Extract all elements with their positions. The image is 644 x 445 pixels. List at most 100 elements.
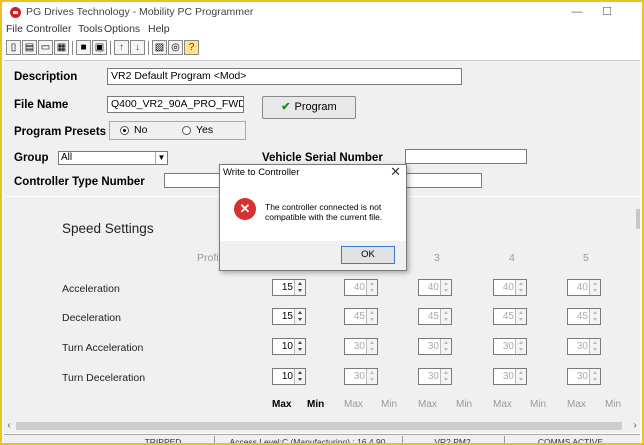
program-button-label: Program	[294, 101, 337, 113]
horizontal-scrollbar[interactable]: ‹ ›	[4, 419, 640, 433]
turn-acceleration-stepper-2[interactable]: 30	[344, 338, 378, 355]
preset-no-label: No	[134, 124, 148, 136]
column-header-4: 4	[509, 252, 515, 264]
dialog-footer: OK	[220, 241, 406, 270]
deceleration-stepper-5[interactable]: 45	[567, 308, 601, 325]
min-label-2: Min	[381, 399, 398, 410]
turn-acceleration-stepper-1[interactable]: 10	[272, 338, 306, 355]
save-as-icon[interactable]: ▣	[92, 40, 107, 55]
program-button[interactable]: ✔ Program	[262, 96, 356, 119]
program-presets-group: No Yes	[109, 121, 246, 140]
preset-yes-radio[interactable]	[182, 126, 191, 135]
menu-file[interactable]: File	[6, 23, 23, 35]
preset-yes-label: Yes	[196, 124, 214, 136]
turn-deceleration-stepper-5[interactable]: 30	[567, 368, 601, 385]
deceleration-stepper-4[interactable]: 45	[493, 308, 527, 325]
acceleration-stepper-5[interactable]: 40	[567, 279, 601, 296]
dialog-title: Write to Controller	[223, 167, 300, 178]
file-name-label: File Name	[14, 99, 69, 111]
arrow-up-icon[interactable]: ↑	[114, 40, 129, 55]
turn-deceleration-stepper-4[interactable]: 30	[493, 368, 527, 385]
turn-acceleration-label: Turn Acceleration	[62, 342, 144, 354]
status-comms: COMMS ACTIVE	[504, 436, 636, 443]
help-icon[interactable]: ?	[184, 40, 199, 55]
close-icon[interactable]: ✕	[390, 164, 401, 180]
menu-help[interactable]: Help	[148, 23, 170, 35]
turn-deceleration-label: Turn Deceleration	[62, 372, 146, 384]
acceleration-stepper-1[interactable]: 15	[272, 279, 306, 296]
toolbar-separator	[110, 41, 111, 55]
new-file-icon[interactable]: ▯	[6, 40, 21, 55]
max-label-3: Max	[418, 399, 437, 410]
min-label-4: Min	[530, 399, 547, 410]
preset-no-radio[interactable]	[120, 126, 129, 135]
scroll-right-icon[interactable]: ›	[630, 419, 640, 433]
deceleration-stepper-1[interactable]: 15	[272, 308, 306, 325]
window-title: PG Drives Technology - Mobility PC Progr…	[26, 6, 254, 18]
arrow-down-icon[interactable]: ↓	[130, 40, 145, 55]
open-icon[interactable]: ▤	[22, 40, 37, 55]
dialog-message: The controller connected is not compatib…	[265, 202, 383, 222]
deceleration-stepper-2[interactable]: 45	[344, 308, 378, 325]
scroll-left-icon[interactable]: ‹	[4, 419, 14, 433]
turn-acceleration-stepper-3[interactable]: 30	[418, 338, 452, 355]
minimize-button[interactable]: —	[564, 4, 590, 21]
toolbar-separator	[148, 41, 149, 55]
horizontal-scroll-thumb[interactable]	[16, 422, 622, 430]
title-bar: PG Drives Technology - Mobility PC Progr…	[4, 4, 640, 21]
menu-options[interactable]: Options	[104, 23, 140, 35]
speed-settings-title: Speed Settings	[62, 221, 154, 236]
turn-deceleration-stepper-3[interactable]: 30	[418, 368, 452, 385]
menu-tools[interactable]: Tools	[78, 23, 103, 35]
acceleration-stepper-4[interactable]: 40	[493, 279, 527, 296]
file-name-field[interactable]: Q400_VR2_90A_PRO_FWD_	[107, 96, 244, 113]
menu-controller[interactable]: Controller	[26, 23, 72, 35]
turn-deceleration-stepper-2[interactable]: 30	[344, 368, 378, 385]
max-label-1: Max	[272, 399, 292, 410]
acceleration-stepper-3[interactable]: 40	[418, 279, 452, 296]
vehicle-serial-field[interactable]	[405, 149, 527, 164]
description-field[interactable]: VR2 Default Program <Mod>	[107, 68, 462, 85]
description-label: Description	[14, 71, 78, 83]
maximize-button[interactable]: ☐	[594, 4, 620, 21]
turn-deceleration-stepper-1[interactable]: 10	[272, 368, 306, 385]
error-icon: ✕	[234, 198, 256, 220]
vertical-scrollbar[interactable]	[634, 197, 640, 419]
chevron-down-icon: ▼	[155, 152, 167, 164]
save-icon[interactable]: ■	[76, 40, 91, 55]
ok-button[interactable]: OK	[341, 246, 395, 264]
app-logo-icon	[10, 7, 21, 18]
turn-acceleration-stepper-5[interactable]: 30	[567, 338, 601, 355]
group-select[interactable]: All ▼	[58, 151, 168, 165]
max-label-5: Max	[567, 399, 586, 410]
program-presets-label: Program Presets	[14, 126, 107, 138]
status-tripped: TRIPPED	[144, 437, 182, 445]
min-label-5: Min	[605, 399, 622, 410]
acceleration-stepper-2[interactable]: 40	[344, 279, 378, 296]
vertical-scroll-thumb[interactable]	[636, 209, 640, 229]
column-header-5: 5	[583, 252, 589, 264]
turn-acceleration-stepper-4[interactable]: 30	[493, 338, 527, 355]
toolbar: ▯ ▤ ▭ ▦ ■ ▣ ↑ ↓ ▧ ◎ ?	[4, 38, 640, 58]
group-select-value: All	[61, 152, 73, 163]
group-label: Group	[14, 152, 49, 164]
acceleration-label: Acceleration	[62, 283, 120, 295]
vehicle-serial-label: Vehicle Serial Number	[262, 152, 383, 164]
min-label-3: Min	[456, 399, 473, 410]
status-bar: TRIPPED Access Level:C (Manufacturing) :…	[4, 434, 640, 445]
dialog-body: ✕ The controller connected is not compat…	[220, 180, 406, 240]
page-icon[interactable]: ▧	[152, 40, 167, 55]
open-folder-icon[interactable]: ▭	[38, 40, 53, 55]
status-controller: VR2 PM2	[402, 436, 502, 443]
deceleration-label: Deceleration	[62, 312, 121, 324]
deceleration-stepper-3[interactable]: 45	[418, 308, 452, 325]
checkmark-icon: ✔	[281, 101, 291, 113]
toolbar-separator	[72, 41, 73, 55]
print-icon[interactable]: ▦	[54, 40, 69, 55]
controller-type-label: Controller Type Number	[14, 176, 145, 188]
max-label-4: Max	[493, 399, 512, 410]
menu-bar: File Controller Tools Options Help	[4, 22, 640, 38]
column-header-3: 3	[434, 252, 440, 264]
column-header-profile: Profi	[197, 252, 219, 264]
clock-icon[interactable]: ◎	[168, 40, 183, 55]
